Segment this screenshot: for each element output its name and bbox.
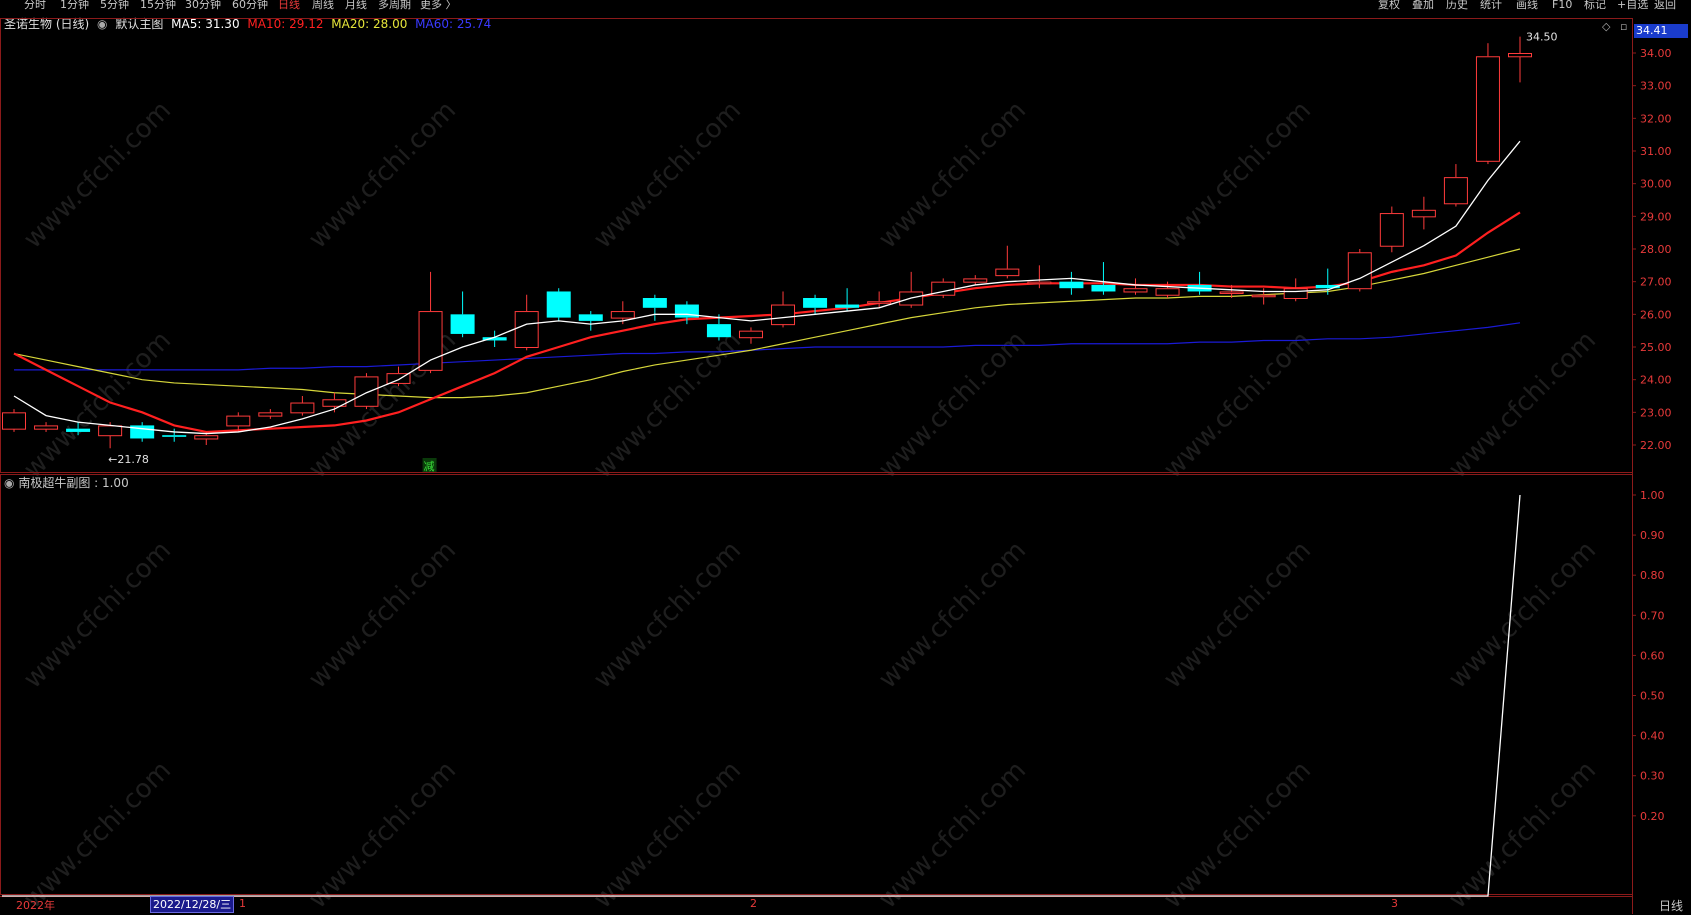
sub-y-tick-label: 1.00 <box>1640 489 1665 502</box>
x-year-label: 2022年 <box>16 899 55 912</box>
candle-up <box>1475 56 1500 162</box>
reduce-marker: 减 <box>424 460 435 473</box>
y-tick-label: 32.00 <box>1640 112 1672 125</box>
sub-y-tick-label: 0.30 <box>1640 770 1665 783</box>
y-tick-label: 24.00 <box>1640 374 1672 387</box>
y-tick-label: 33.00 <box>1640 80 1672 93</box>
candle-down <box>1059 281 1084 289</box>
candle-up <box>1219 291 1244 294</box>
x-month-label-1: 1 <box>239 897 246 910</box>
candle-up <box>867 301 892 304</box>
candle-down <box>450 314 475 334</box>
candle-up <box>738 330 763 339</box>
candle-up <box>1379 213 1404 247</box>
sub-y-tick-label: 0.60 <box>1640 649 1665 662</box>
candle-up <box>1027 281 1052 285</box>
candle-down <box>546 291 571 318</box>
candle-up <box>34 425 59 430</box>
y-tick-label: 34.00 <box>1640 47 1672 60</box>
candle-down <box>578 314 603 321</box>
y-tick-label: 25.00 <box>1640 341 1672 354</box>
sub-chart-legend: ◉ 南极超牛副图 : 1.00 <box>4 474 129 491</box>
y-tick-label: 31.00 <box>1640 145 1672 158</box>
candle-up <box>1283 288 1308 300</box>
sub-settings-icon[interactable]: ◉ <box>4 476 14 490</box>
candle-down <box>642 298 667 308</box>
high-price-label: 34.50 <box>1526 31 1558 44</box>
candle-down <box>803 298 828 308</box>
ma20-line <box>13 248 1521 399</box>
candle-down <box>835 304 860 308</box>
candle-up <box>1251 294 1276 298</box>
candle-down <box>66 428 91 432</box>
sub-indicator-line <box>2 494 1521 897</box>
sub-chart-title[interactable]: 南极超牛副图 : 1.00 <box>18 476 128 490</box>
candle-down <box>706 324 731 338</box>
candle-up <box>995 268 1020 277</box>
y-tick-label: 27.00 <box>1640 276 1672 289</box>
candle-down <box>162 435 187 437</box>
candle-down <box>1091 284 1116 292</box>
sub-y-tick-label: 0.50 <box>1640 690 1665 703</box>
candle-up <box>514 311 539 349</box>
candle-up <box>1411 209 1436 218</box>
candle-up <box>290 402 315 414</box>
candle-up <box>98 425 123 437</box>
candle-up <box>1347 252 1372 290</box>
y-tick-label: 22.00 <box>1640 439 1672 452</box>
candle-up <box>1123 288 1148 293</box>
y-tick-label: 26.00 <box>1640 308 1672 321</box>
candle-up <box>1508 53 1532 58</box>
y-tick-label: 28.00 <box>1640 243 1672 256</box>
candle-up <box>2 412 26 430</box>
ma10-line <box>13 211 1521 434</box>
sub-pane-border <box>0 474 1633 895</box>
sub-y-tick-label: 0.20 <box>1640 810 1665 823</box>
low-price-label: ←21.78 <box>108 453 149 466</box>
candle-up <box>194 435 219 440</box>
y-tick-label: 30.00 <box>1640 178 1672 191</box>
candle-up <box>418 311 443 371</box>
candle-up <box>226 415 251 427</box>
x-month-label-2: 2 <box>750 897 757 910</box>
candle-up <box>1443 177 1468 205</box>
candle-up <box>610 311 635 319</box>
sub-y-tick-label: 0.80 <box>1640 569 1665 582</box>
period-label[interactable]: 日线 <box>1659 897 1683 914</box>
candle-up <box>1155 288 1180 296</box>
sub-y-tick-label: 0.70 <box>1640 609 1665 622</box>
window-icon[interactable]: ▫ <box>1620 20 1627 33</box>
sub-y-tick-label: 0.40 <box>1640 730 1665 743</box>
x-month-label-3: 3 <box>1391 897 1398 910</box>
kline-chart[interactable]: 34.0033.0032.0031.0030.0029.0028.0027.00… <box>0 0 1691 914</box>
diamond-icon[interactable]: ◇ <box>1602 20 1611 33</box>
candle-up <box>258 412 283 417</box>
y-tick-label: 23.00 <box>1640 406 1672 419</box>
cursor-date: 2022/12/28/三 <box>150 896 235 913</box>
ma60-line <box>14 322 1521 371</box>
y-tick-label: 29.00 <box>1640 210 1672 223</box>
current-price-tag: 34.41 <box>1634 24 1688 38</box>
candle-up <box>354 376 379 407</box>
sub-y-tick-label: 0.90 <box>1640 529 1665 542</box>
candle-up <box>963 278 988 283</box>
candle-up <box>771 304 796 326</box>
